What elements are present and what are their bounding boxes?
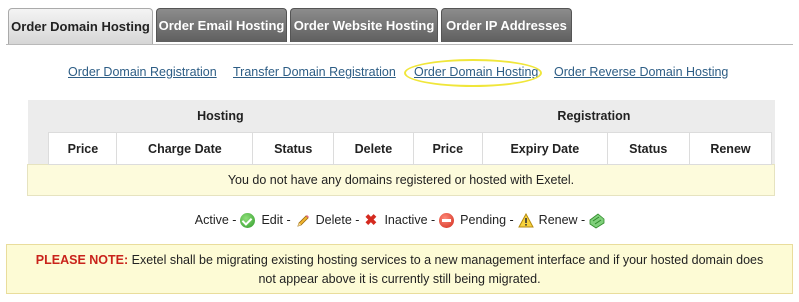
migration-notice: PLEASE NOTE: Exetel shall be migrating e…	[6, 244, 793, 294]
legend-inactive: Inactive -	[384, 212, 455, 228]
legend-inactive-label: Inactive -	[384, 213, 436, 227]
column-header-expiry-date: Expiry Date	[481, 132, 608, 165]
column-header-registration-price: Price	[412, 132, 483, 165]
legend-pending: Pending -	[460, 212, 534, 228]
legend-renew: Renew -	[538, 212, 605, 228]
table-group-header: Hosting Registration	[27, 100, 775, 133]
green-check-icon	[240, 212, 256, 228]
header-spacer	[27, 132, 49, 165]
tab-bar: Order Domain Hosting Order Email Hosting…	[6, 8, 793, 45]
link-order-domain-registration[interactable]: Order Domain Registration	[68, 65, 217, 79]
red-x-icon: ✖	[364, 211, 378, 229]
legend-edit: Edit -	[261, 213, 309, 228]
red-minus-icon	[439, 212, 455, 228]
column-header-hosting-price: Price	[48, 132, 118, 165]
tab-order-ip-addresses[interactable]: Order IP Addresses	[441, 8, 572, 42]
link-transfer-domain-registration[interactable]: Transfer Domain Registration	[233, 65, 396, 79]
notice-text: Exetel shall be migrating existing hosti…	[131, 253, 764, 286]
renew-arrow-icon	[589, 212, 605, 228]
legend-pending-label: Pending -	[460, 213, 514, 227]
link-order-domain-hosting[interactable]: Order Domain Hosting	[414, 65, 538, 79]
column-header-delete: Delete	[333, 132, 414, 165]
header-spacer-right	[771, 132, 775, 165]
pencil-icon	[295, 213, 310, 228]
column-header-hosting-status: Status	[252, 132, 335, 165]
legend-edit-label: Edit -	[261, 213, 291, 227]
column-header-registration-status: Status	[606, 132, 690, 165]
legend-delete: Delete - ✖	[316, 213, 379, 228]
legend-delete-label: Delete -	[315, 213, 360, 227]
table-row: You do not have any domains registered o…	[27, 164, 775, 196]
column-header-charge-date: Charge Date	[116, 132, 254, 165]
domains-table: Hosting Registration Price Charge Date S…	[27, 100, 775, 196]
tab-order-website-hosting[interactable]: Order Website Hosting	[290, 8, 438, 42]
empty-table-message: You do not have any domains registered o…	[27, 164, 775, 196]
legend-renew-label: Renew -	[538, 213, 586, 227]
status-legend: Active - Edit - Delete - ✖ Inactive - Pe…	[0, 211, 799, 229]
sub-navigation: Order Domain Registration Transfer Domai…	[0, 65, 799, 83]
notice-label: PLEASE NOTE:	[35, 253, 129, 267]
column-header-renew: Renew	[688, 132, 773, 165]
tab-order-email-hosting[interactable]: Order Email Hosting	[156, 8, 287, 42]
tab-order-domain-hosting[interactable]: Order Domain Hosting	[8, 8, 153, 44]
registration-group-heading: Registration	[413, 100, 775, 133]
legend-active-label: Active -	[194, 213, 237, 227]
hosting-group-heading: Hosting	[27, 100, 414, 133]
legend-active: Active -	[194, 212, 256, 228]
table-column-header: Price Charge Date Status Delete Price Ex…	[27, 132, 775, 165]
link-order-reverse-domain-hosting[interactable]: Order Reverse Domain Hosting	[554, 65, 728, 79]
warning-triangle-icon	[517, 212, 534, 228]
